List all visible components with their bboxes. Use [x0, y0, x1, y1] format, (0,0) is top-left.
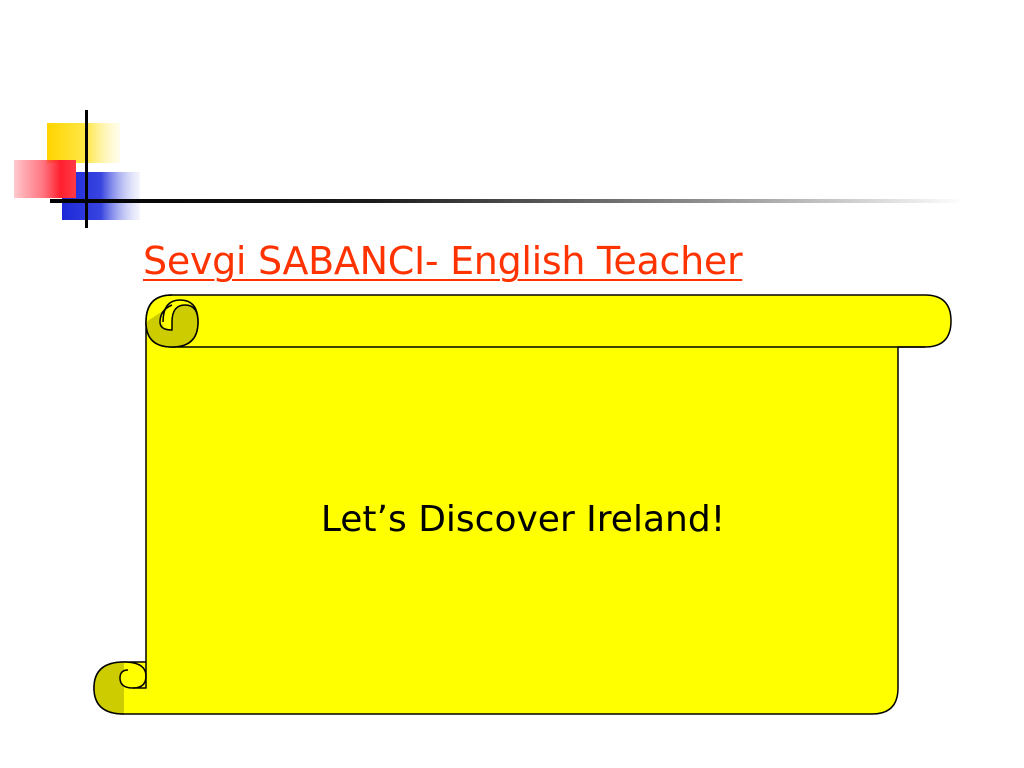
scroll-banner-icon: [93, 294, 952, 715]
scroll-text: Let’s Discover Ireland!: [320, 499, 726, 540]
slide: Sevgi SABANCI- English Teacher Let’s Dis…: [0, 0, 1024, 768]
